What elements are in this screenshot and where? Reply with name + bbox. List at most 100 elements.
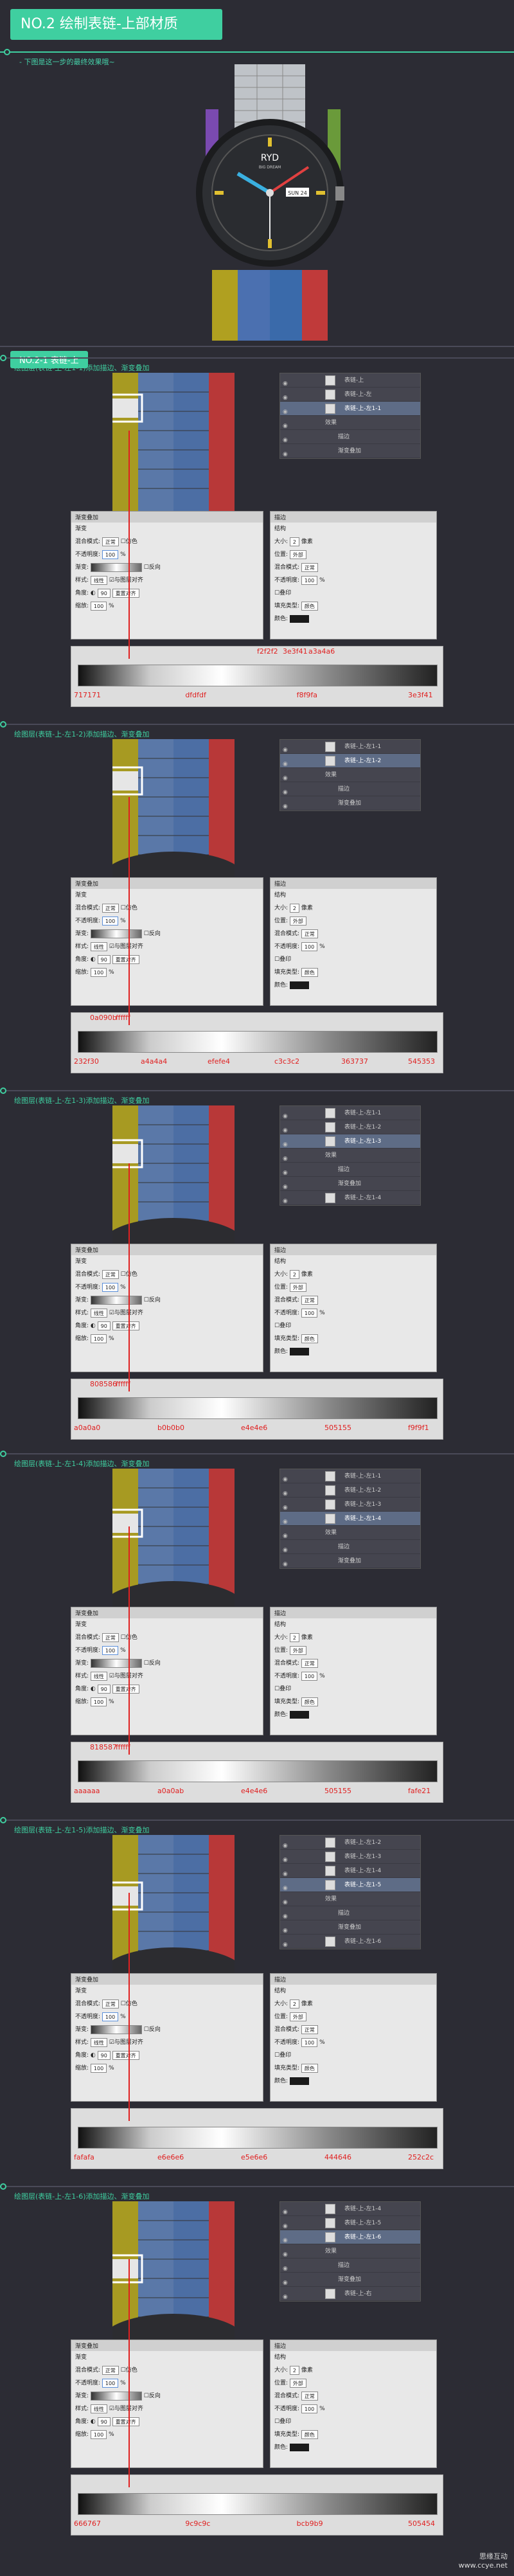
eye-icon[interactable]: ◉	[283, 1867, 290, 1877]
layer-row[interactable]: ◉ 渐变叠加	[280, 1554, 420, 1568]
eye-icon[interactable]: ◉	[283, 1166, 290, 1176]
layer-row[interactable]: ◉ 渐变叠加	[280, 796, 420, 810]
layer-row[interactable]: ◉ 表链-上-左1-1	[280, 1469, 420, 1483]
fill-type-select[interactable]: 颜色	[301, 601, 318, 611]
layer-row[interactable]: ◉ 表链-上-右	[280, 2287, 420, 2301]
stroke-opacity-input[interactable]: 100	[301, 2037, 318, 2047]
layer-row[interactable]: ◉ 表链-上-左1-1	[280, 1106, 420, 1120]
reverse-checkbox[interactable]: 反向	[149, 2026, 161, 2033]
layer-row[interactable]: ◉ 表链-上-左1-6	[280, 2230, 420, 2244]
dither-checkbox[interactable]: 仿色	[126, 2001, 137, 2007]
style-select[interactable]: 线性	[90, 575, 107, 585]
opacity-input[interactable]: 100	[102, 2012, 119, 2021]
layer-row[interactable]: ◉ 表链-上-左1-4	[280, 1191, 420, 1205]
gradient-bar[interactable]	[78, 665, 438, 686]
reset-align-button[interactable]: 重置对齐	[112, 588, 139, 598]
angle-input[interactable]: 90	[97, 1321, 111, 1330]
position-select[interactable]: 外部	[289, 1282, 306, 1292]
layer-row[interactable]: ◉ 效果	[280, 1526, 420, 1540]
color-swatch[interactable]	[289, 1710, 309, 1719]
scale-input[interactable]: 100	[90, 1697, 107, 1706]
stroke-opacity-input[interactable]: 100	[301, 2404, 318, 2413]
layer-row[interactable]: ◉ 表链-上-左1-1	[280, 402, 420, 416]
blend-mode-select[interactable]: 正常	[102, 903, 119, 913]
stroke-opacity-input[interactable]: 100	[301, 942, 318, 951]
scale-input[interactable]: 100	[90, 1334, 107, 1343]
layer-row[interactable]: ◉ 效果	[280, 768, 420, 782]
size-input[interactable]: 2	[289, 1632, 300, 1642]
layer-row[interactable]: ◉ 描边	[280, 1906, 420, 1920]
eye-icon[interactable]: ◉	[283, 2219, 290, 2230]
eye-icon[interactable]: ◉	[283, 1138, 290, 1148]
eye-icon[interactable]: ◉	[283, 1487, 290, 1497]
eye-icon[interactable]: ◉	[283, 391, 290, 401]
gradient-swatch[interactable]	[90, 2025, 142, 2034]
eye-icon[interactable]: ◉	[283, 2205, 290, 2215]
position-select[interactable]: 外部	[289, 550, 306, 559]
layer-row[interactable]: ◉ 描边	[280, 1540, 420, 1554]
eye-icon[interactable]: ◉	[283, 800, 290, 810]
eye-icon[interactable]: ◉	[283, 1543, 290, 1553]
layer-row[interactable]: ◉ 描边	[280, 782, 420, 796]
dither-checkbox[interactable]: 仿色	[126, 905, 137, 911]
eye-icon[interactable]: ◉	[283, 1472, 290, 1483]
layer-row[interactable]: ◉ 表链-上-左1-2	[280, 1120, 420, 1134]
overprint-checkbox[interactable]: 叠印	[279, 2052, 291, 2059]
blend-mode-select[interactable]: 正常	[102, 2365, 119, 2375]
eye-icon[interactable]: ◉	[283, 1123, 290, 1134]
blend-mode-select[interactable]: 正常	[102, 537, 119, 546]
eye-icon[interactable]: ◉	[283, 2276, 290, 2286]
eye-icon[interactable]: ◉	[283, 419, 290, 429]
angle-input[interactable]: 90	[97, 2417, 111, 2426]
fill-type-select[interactable]: 颜色	[301, 967, 318, 977]
eye-icon[interactable]: ◉	[283, 757, 290, 767]
opacity-input[interactable]: 100	[102, 1282, 119, 1292]
blend-mode-select[interactable]: 正常	[102, 1999, 119, 2008]
layer-row[interactable]: ◉ 表链-上-左1-4	[280, 2202, 420, 2216]
eye-icon[interactable]: ◉	[283, 1152, 290, 1162]
position-select[interactable]: 外部	[289, 1645, 306, 1655]
eye-icon[interactable]: ◉	[283, 377, 290, 387]
size-input[interactable]: 2	[289, 537, 300, 546]
eye-icon[interactable]: ◉	[283, 1515, 290, 1525]
dither-checkbox[interactable]: 仿色	[126, 1271, 137, 1278]
position-select[interactable]: 外部	[289, 2378, 306, 2388]
layer-row[interactable]: ◉ 表链-上-左1-3	[280, 1134, 420, 1149]
dither-checkbox[interactable]: 仿色	[126, 2367, 137, 2374]
layer-row[interactable]: ◉ 效果	[280, 1892, 420, 1906]
layer-row[interactable]: ◉ 渐变叠加	[280, 2273, 420, 2287]
style-select[interactable]: 线性	[90, 2037, 107, 2047]
size-input[interactable]: 2	[289, 1999, 300, 2008]
color-swatch[interactable]	[289, 2077, 309, 2085]
gradient-swatch[interactable]	[90, 929, 142, 938]
overprint-checkbox[interactable]: 叠印	[279, 1686, 291, 1692]
eye-icon[interactable]: ◉	[283, 1180, 290, 1190]
opacity-input[interactable]: 100	[102, 1645, 119, 1655]
reverse-checkbox[interactable]: 反向	[149, 2393, 161, 2399]
color-swatch[interactable]	[289, 2443, 309, 2451]
layer-row[interactable]: ◉ 描边	[280, 2258, 420, 2273]
eye-icon[interactable]: ◉	[283, 1895, 290, 1906]
angle-input[interactable]: 90	[97, 954, 111, 964]
stroke-opacity-input[interactable]: 100	[301, 1671, 318, 1681]
size-input[interactable]: 2	[289, 903, 300, 913]
reset-align-button[interactable]: 重置对齐	[112, 1684, 139, 1694]
layer-row[interactable]: ◉ 表链-上	[280, 373, 420, 388]
eye-icon[interactable]: ◉	[283, 1109, 290, 1120]
angle-input[interactable]: 90	[97, 1684, 111, 1694]
fill-type-select[interactable]: 颜色	[301, 2429, 318, 2439]
stroke-blend-select[interactable]: 正常	[301, 2025, 318, 2034]
eye-icon[interactable]: ◉	[283, 1881, 290, 1892]
layer-row[interactable]: ◉ 渐变叠加	[280, 1177, 420, 1191]
style-select[interactable]: 线性	[90, 942, 107, 951]
eye-icon[interactable]: ◉	[283, 2233, 290, 2244]
layer-row[interactable]: ◉ 表链-上-左1-3	[280, 1498, 420, 1512]
angle-input[interactable]: 90	[97, 588, 111, 598]
gradient-bar[interactable]	[78, 1031, 438, 1053]
opacity-input[interactable]: 100	[102, 916, 119, 926]
layer-row[interactable]: ◉ 表链-上-左1-2	[280, 754, 420, 768]
gradient-swatch[interactable]	[90, 1658, 142, 1668]
size-input[interactable]: 2	[289, 1269, 300, 1279]
reverse-checkbox[interactable]: 反向	[149, 931, 161, 937]
fill-type-select[interactable]: 颜色	[301, 2063, 318, 2073]
